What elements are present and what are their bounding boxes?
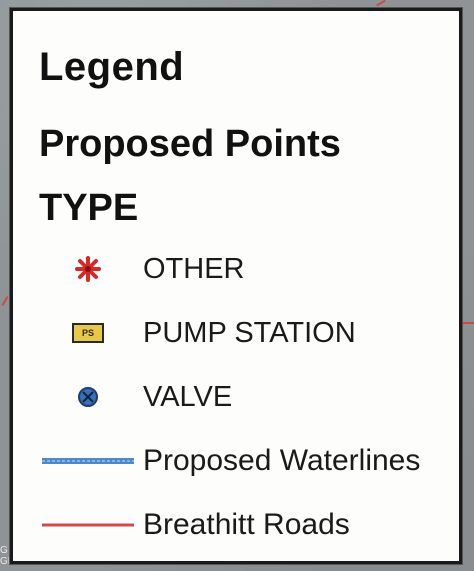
red-line-icon — [33, 505, 143, 545]
blue-line-icon — [33, 441, 143, 481]
legend-item-pump-station: PS PUMP STATION — [33, 313, 356, 353]
legend-panel: Legend Proposed Points TYPE OTHER PS PUM… — [10, 8, 462, 564]
pump-station-symbol-text: PS — [72, 323, 104, 343]
legend-label-valve: VALVE — [143, 380, 233, 413]
valve-icon — [33, 377, 143, 417]
road-fragment — [462, 322, 474, 324]
field-title: TYPE — [39, 187, 139, 229]
pump-station-icon: PS — [33, 313, 143, 353]
legend-item-breathitt-roads: Breathitt Roads — [33, 505, 350, 545]
legend-item-valve: VALVE — [33, 377, 232, 417]
layer-title: Proposed Points — [39, 123, 341, 165]
red-asterisk-icon — [33, 249, 143, 289]
legend-title: Legend — [39, 45, 185, 89]
legend-label-breathitt-roads: Breathitt Roads — [143, 508, 350, 541]
legend-item-proposed-waterlines: Proposed Waterlines — [33, 441, 420, 481]
legend-label-other: OTHER — [143, 252, 245, 285]
legend-label-pump-station: PUMP STATION — [143, 316, 356, 349]
legend-item-other: OTHER — [33, 249, 245, 289]
legend-label-proposed-waterlines: Proposed Waterlines — [143, 444, 421, 477]
